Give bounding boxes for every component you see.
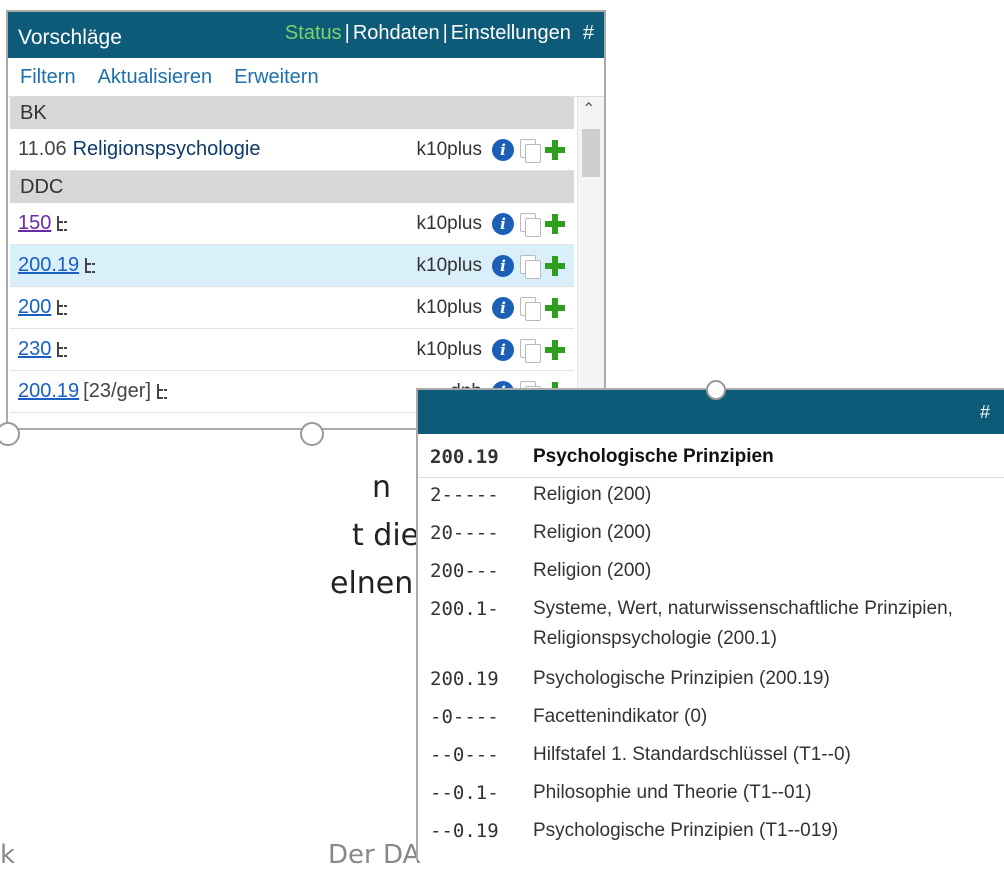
- copy-icon[interactable]: [518, 212, 541, 237]
- hierarchy-icon[interactable]: [55, 299, 69, 317]
- hierarchy-panel: # 200.19 Psychologische Prinzipien 2----…: [416, 388, 1004, 860]
- hierarchy-icon[interactable]: [55, 215, 69, 233]
- hierarchy-row[interactable]: -0---- Facettenindikator (0): [418, 700, 1004, 738]
- hierarchy-label: Hilfstafel 1. Standardschlüssel (T1--0): [533, 744, 851, 765]
- hierarchy-row[interactable]: 2----- Religion (200): [418, 478, 1004, 516]
- hierarchy-heading: 200.19 Psychologische Prinzipien: [418, 440, 1004, 478]
- suggestions-list: BK 11.06 Religionspsychologie k10plus i …: [8, 97, 604, 428]
- hash-link[interactable]: #: [980, 402, 990, 423]
- hierarchy-icon[interactable]: [83, 257, 97, 275]
- hash-link[interactable]: #: [583, 22, 594, 45]
- separator: |: [344, 21, 350, 44]
- resize-handle-bottom-left[interactable]: [0, 422, 20, 446]
- hierarchy-label: Facettenindikator (0): [533, 706, 708, 727]
- hierarchy-notation: --0---: [430, 744, 499, 766]
- hierarchy-notation: 200---: [430, 560, 499, 582]
- list-item-selected[interactable]: 200.19 k10plus i: [10, 245, 574, 287]
- list-item[interactable]: 11.06 Religionspsychologie k10plus i: [10, 129, 574, 171]
- hierarchy-label: Religion (200): [533, 560, 652, 581]
- hierarchy-notation: -0----: [430, 706, 499, 728]
- hierarchy-notation: --0.1-: [430, 782, 499, 804]
- hierarchy-notation: 2-----: [430, 484, 499, 506]
- suggestions-panel: Vorschläge Status | Rohdaten | Einstellu…: [6, 10, 606, 430]
- refresh-button[interactable]: Aktualisieren: [98, 66, 213, 89]
- bk-code: 11.06: [18, 138, 67, 160]
- slide-footer-right: Der DA: [328, 840, 421, 870]
- header-links: Status | Rohdaten | Einstellungen #: [285, 22, 594, 45]
- hierarchy-row[interactable]: --0--- Hilfstafel 1. Standardschlüssel (…: [418, 738, 1004, 776]
- add-icon[interactable]: [544, 297, 566, 319]
- hierarchy-label: Systeme, Wert, naturwissenschaftliche Pr…: [533, 598, 953, 649]
- filter-button[interactable]: Filtern: [20, 66, 76, 89]
- vertical-scrollbar[interactable]: ⌃: [577, 97, 604, 428]
- slide-footer-left: k: [0, 840, 16, 870]
- suggestions-header: Vorschläge Status | Rohdaten | Einstellu…: [8, 12, 604, 58]
- hierarchy-label: Psychologische Prinzipien (T1--019): [533, 820, 839, 841]
- suggestions-toolbar: Filtern Aktualisieren Erweitern: [8, 58, 604, 97]
- hierarchy-row[interactable]: 200--- Religion (200): [418, 554, 1004, 592]
- hierarchy-list: 200.19 Psychologische Prinzipien 2----- …: [418, 434, 1004, 852]
- hierarchy-notation: --0.19: [430, 820, 499, 842]
- info-icon[interactable]: i: [492, 138, 514, 161]
- list-item[interactable]: 230 k10plus i: [10, 329, 574, 371]
- hierarchy-row[interactable]: 20---- Religion (200): [418, 516, 1004, 554]
- source-label: k10plus: [416, 212, 483, 234]
- status-link[interactable]: Status: [285, 22, 342, 45]
- group-header-bk: BK: [10, 97, 574, 129]
- hierarchy-label: Psychologische Prinzipien (200.19): [533, 668, 830, 689]
- hierarchy-row[interactable]: 200.1- Systeme, Wert, naturwissenschaftl…: [418, 592, 1004, 662]
- hierarchy-notation: 20----: [430, 522, 499, 544]
- group-header-ddc: DDC: [10, 171, 574, 203]
- notation-link[interactable]: 200.19: [18, 380, 79, 403]
- slide-text-line-3: elnen: [330, 566, 414, 601]
- hierarchy-notation: 200.19: [430, 668, 499, 690]
- add-icon[interactable]: [544, 213, 566, 235]
- separator: |: [442, 21, 448, 44]
- info-icon[interactable]: i: [492, 212, 514, 235]
- bk-label: Religionspsychologie: [72, 138, 261, 160]
- info-icon[interactable]: i: [492, 338, 514, 361]
- hierarchy-label: Philosophie und Theorie (T1--01): [533, 782, 812, 803]
- heading-label: Psychologische Prinzipien: [533, 446, 774, 467]
- rohdaten-link[interactable]: Rohdaten: [353, 22, 440, 45]
- einstellungen-link[interactable]: Einstellungen: [451, 22, 571, 45]
- resize-handle-top[interactable]: [706, 380, 726, 400]
- copy-icon[interactable]: [518, 138, 541, 163]
- list-item[interactable]: 150 k10plus i: [10, 203, 574, 245]
- hierarchy-icon[interactable]: [155, 383, 169, 401]
- expand-button[interactable]: Erweitern: [234, 66, 318, 89]
- hierarchy-icon[interactable]: [55, 341, 69, 359]
- hierarchy-row[interactable]: --0.1- Philosophie und Theorie (T1--01): [418, 776, 1004, 814]
- add-icon[interactable]: [544, 255, 566, 277]
- add-icon[interactable]: [544, 139, 566, 161]
- notation-link[interactable]: 200.19: [18, 254, 79, 277]
- notation-link[interactable]: 230: [18, 338, 51, 361]
- hierarchy-row[interactable]: --0.19 Psychologische Prinzipien (T1--01…: [418, 814, 1004, 852]
- source-label: k10plus: [416, 254, 483, 276]
- source-label: k10plus: [416, 138, 483, 160]
- notation-edition: [23/ger]: [83, 380, 151, 402]
- hierarchy-label: Religion (200): [533, 522, 652, 543]
- info-icon[interactable]: i: [492, 296, 514, 319]
- add-icon[interactable]: [544, 339, 566, 361]
- slide-text-line-1: n: [372, 470, 392, 505]
- slide-text-line-2: t die: [352, 518, 420, 553]
- source-label: k10plus: [416, 338, 483, 360]
- heading-notation: 200.19: [430, 446, 499, 468]
- notation-link[interactable]: 200: [18, 296, 51, 319]
- hierarchy-notation: 200.1-: [430, 598, 499, 620]
- source-label: k10plus: [416, 296, 483, 318]
- chevron-up-icon[interactable]: ⌃: [582, 99, 595, 119]
- copy-icon[interactable]: [518, 296, 541, 321]
- panel-title: Vorschläge: [18, 26, 122, 49]
- notation-link[interactable]: 150: [18, 212, 51, 235]
- info-icon[interactable]: i: [492, 254, 514, 277]
- hierarchy-label: Religion (200): [533, 484, 652, 505]
- copy-icon[interactable]: [518, 338, 541, 363]
- copy-icon[interactable]: [518, 254, 541, 279]
- list-item[interactable]: 200 k10plus i: [10, 287, 574, 329]
- hierarchy-row[interactable]: 200.19 Psychologische Prinzipien (200.19…: [418, 662, 1004, 700]
- resize-handle-bottom[interactable]: [300, 422, 324, 446]
- scrollbar-thumb[interactable]: [582, 129, 600, 177]
